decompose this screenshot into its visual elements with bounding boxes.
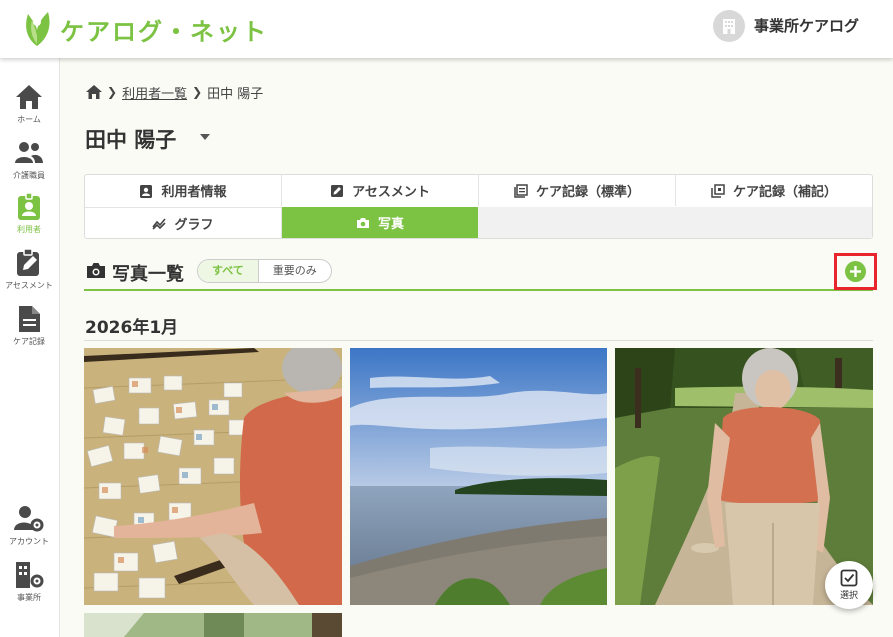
user-badge-icon (18, 192, 40, 220)
tab-label: 写真 (377, 217, 404, 232)
tab-user-info[interactable]: 利用者情報 (85, 175, 282, 206)
office-name[interactable]: 事業所ケアログ (754, 15, 859, 36)
page-title[interactable]: 田中 陽子 (85, 124, 176, 154)
sidebar-item-assessment[interactable]: アセスメント (0, 248, 58, 298)
app-title[interactable]: ケアログ・ネット (60, 12, 268, 47)
sidebar-item-office[interactable]: 事業所 (0, 560, 58, 610)
sidebar-item-label: 利用者 (17, 225, 41, 234)
office-settings-icon (16, 562, 44, 588)
camera-icon (87, 263, 105, 278)
graph-icon (152, 218, 167, 230)
select-button[interactable]: 選択 (825, 561, 873, 609)
section-title: 写真一覧 (112, 264, 184, 285)
tab-photos[interactable]: 写真 (282, 207, 478, 238)
photo-thumbnail[interactable] (84, 613, 342, 637)
tab-assessment[interactable]: アセスメント (282, 175, 479, 206)
home-icon[interactable] (86, 85, 102, 99)
chevron-right-icon: ❯ (192, 85, 203, 99)
sidebar-item-staff[interactable]: 介護職員 (0, 138, 58, 188)
tab-bar: 利用者情報 アセスメント ケア記録（標準） ケア記録（補記） グラフ 写真 (84, 174, 873, 239)
edit-icon (331, 184, 344, 197)
tab-label: ケア記録（補記） (732, 185, 837, 200)
account-settings-icon (14, 506, 44, 532)
app-header: ケアログ・ネット 事業所ケアログ (0, 0, 893, 58)
tab-label: アセスメント (352, 185, 430, 200)
add-photo-button[interactable] (845, 261, 866, 282)
filter-important-button[interactable]: 重要のみ (259, 260, 331, 282)
tab-label: 利用者情報 (161, 185, 227, 200)
building-icon (723, 19, 735, 34)
sidebar-item-label: ホーム (17, 115, 41, 124)
sidebar-item-label: 事業所 (17, 593, 41, 602)
filter-toggle: すべて 重要のみ (197, 259, 332, 283)
tab-care-records-supplement[interactable]: ケア記録（補記） (676, 175, 872, 206)
camera-icon (356, 217, 369, 228)
photo-thumbnail[interactable] (84, 348, 342, 605)
staff-icon (15, 142, 43, 163)
select-label: 選択 (839, 591, 858, 601)
tab-label: ケア記録（標準） (535, 185, 640, 200)
user-card-icon (140, 184, 153, 198)
home-icon (16, 85, 42, 109)
tab-label: グラフ (174, 217, 214, 233)
caret-down-icon[interactable] (200, 134, 210, 140)
logo-icon (26, 12, 50, 46)
photo-thumbnail[interactable] (350, 348, 607, 605)
edit-clipboard-icon (17, 248, 39, 276)
sidebar-item-label: アセスメント (5, 281, 53, 290)
month-divider (84, 340, 873, 341)
office-avatar[interactable] (713, 10, 745, 42)
breadcrumb: ❯ 利用者一覧 ❯ 田中 陽子 (86, 82, 263, 102)
sidebar-item-care-records[interactable]: ケア記録 (0, 304, 58, 354)
month-heading: 2026年1月 (85, 318, 179, 338)
sidebar: ホーム 介護職員 利用者 アセスメント ケア記録 アカウント 事業所 (0, 58, 60, 637)
supplement-icon (711, 183, 725, 198)
sidebar-item-label: アカウント (9, 537, 49, 546)
records-icon (514, 183, 528, 198)
tab-care-records-standard[interactable]: ケア記録（標準） (479, 175, 676, 206)
plus-icon (850, 266, 861, 277)
tab-row-filler (478, 207, 872, 238)
breadcrumb-current: 田中 陽子 (207, 86, 264, 102)
sidebar-item-account[interactable]: アカウント (0, 504, 58, 554)
chevron-right-icon: ❯ (107, 85, 118, 99)
document-icon (19, 306, 40, 332)
checkbox-icon (840, 569, 858, 587)
sidebar-item-label: 介護職員 (13, 171, 45, 180)
breadcrumb-link-users[interactable]: 利用者一覧 (122, 83, 187, 102)
tab-graph[interactable]: グラフ (85, 207, 282, 238)
sidebar-item-home[interactable]: ホーム (0, 82, 58, 132)
sidebar-item-users[interactable]: 利用者 (0, 192, 58, 242)
section-divider (84, 289, 873, 291)
filter-all-button[interactable]: すべて (198, 260, 259, 282)
sidebar-item-label: ケア記録 (13, 337, 45, 346)
